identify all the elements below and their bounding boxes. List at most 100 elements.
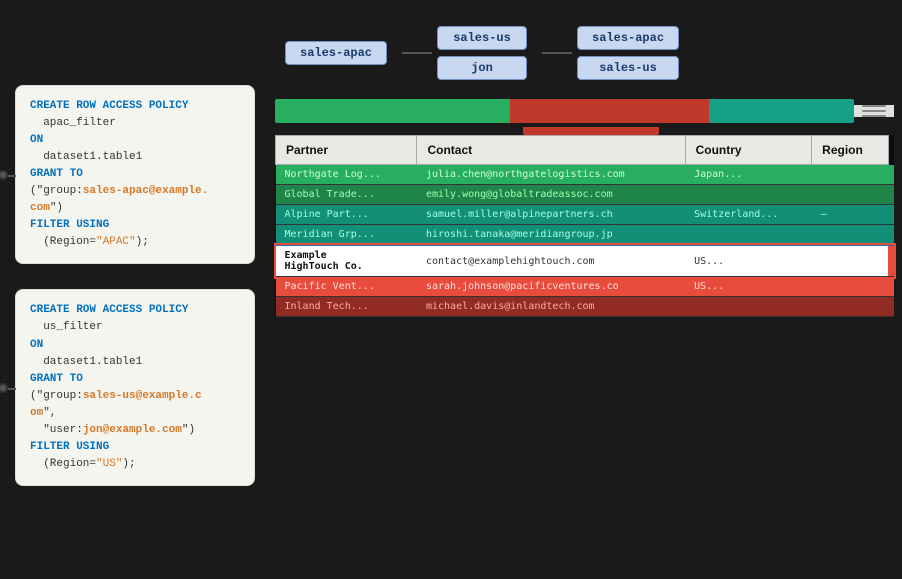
table-ref-2: dataset1.table1 [30,356,142,368]
table-ref-1: dataset1.table1 [30,151,142,163]
cell-country [685,185,812,205]
cell-contact: julia.chen@northgatelogistics.com [417,165,685,185]
filter-value-1: (Region="APAC"); [30,236,149,248]
grant-value-2b: "user:jon@example.com") [30,424,195,436]
kw-create-1: CREATE ROW ACCESS POLICY [30,100,188,112]
tag-sales-us-2: sales-us [577,56,679,80]
col-region: Region [812,136,888,165]
cell-region [812,245,888,277]
col-partner: Partner [276,136,417,165]
cell-contact: michael.davis@inlandtech.com [417,297,685,317]
cell-region [812,277,888,297]
code-block-us: CREATE ROW ACCESS POLICY us_filter ON da… [15,289,255,485]
kw-on-1: ON [30,134,43,146]
table-header-row: Partner Contact Country Region [276,136,895,165]
cell-partner: ExampleHighTouch Co. [276,245,417,277]
connector-dot-2 [0,383,8,393]
row-marker [888,185,894,205]
col-contact: Contact [417,136,685,165]
cell-region [812,225,888,246]
cell-contact: sarah.johnson@pacificventures.co [417,277,685,297]
filter-line-2 [862,110,886,112]
tag-sales-apac-2: sales-apac [577,26,679,50]
filter-line-1 [862,105,886,107]
kw-filter-1: FILTER USING [30,219,109,231]
tag-jon-1: jon [437,56,527,80]
filter-bar [275,95,894,127]
row-marker [888,297,894,317]
row-marker [888,277,894,297]
kw-on-2: ON [30,339,43,351]
cell-contact: contact@examplehightouch.com [417,245,685,277]
row-marker [888,205,894,225]
filter-value-2: (Region="US"); [30,458,136,470]
tag-group-3: sales-apac sales-us [577,26,679,80]
cell-partner: Pacific Vent... [276,277,417,297]
user-name-2: jon@example.com [83,424,182,436]
kw-filter-2: FILTER USING [30,441,109,453]
cell-country: Japan... [685,165,812,185]
table-container: Partner Contact Country Region Northgate… [275,135,894,569]
filter-seg-red [510,99,709,123]
cell-partner: Inland Tech... [276,297,417,317]
tag-group-1: sales-apac [285,41,387,65]
col-country: Country [685,136,812,165]
grant-value-1: ("group:sales-apac@example. [30,185,208,197]
cell-contact: emily.wong@globaltradeassoc.com [417,185,685,205]
policy-name-2: us_filter [30,321,103,333]
filter-bar-segments [275,99,854,123]
policy-name-1: apac_filter [30,117,116,129]
left-panel: CREATE ROW ACCESS POLICY apac_filter ON … [0,0,265,579]
tag-sales-us-1: sales-us [437,26,527,50]
table-row: Meridian Grp... hiroshi.tanaka@meridiang… [276,225,895,246]
main-container: CREATE ROW ACCESS POLICY apac_filter ON … [0,0,902,579]
table-row: Northgate Log... julia.chen@northgatelog… [276,165,895,185]
kw-grant-2: GRANT TO [30,373,83,385]
group-name-1b: com [30,202,50,214]
row-marker [888,165,894,185]
row-marker [888,225,894,246]
table-row: Inland Tech... michael.davis@inlandtech.… [276,297,895,317]
tag-sales-apac-1: sales-apac [285,41,387,65]
filter-lines [854,105,894,117]
cell-partner: Northgate Log... [276,165,417,185]
connector-dot-1 [0,170,8,180]
filter-string-1: "APAC" [96,236,136,248]
table-row: Global Trade... emily.wong@globaltradeas… [276,185,895,205]
grant-value-1b: com") [30,202,63,214]
filter-string-2: "US" [96,458,122,470]
cell-region: — [812,205,888,225]
data-table: Partner Contact Country Region Northgate… [275,135,894,317]
cell-contact: hiroshi.tanaka@meridiangroup.jp [417,225,685,246]
cell-partner: Alpine Part... [276,205,417,225]
group-name-2b: om [30,407,43,419]
content-area: sales-apac sales-us jon sales-apac sales… [265,0,902,579]
kw-grant-1: GRANT TO [30,168,83,180]
filter-seg-teal [709,99,854,123]
code-block-apac: CREATE ROW ACCESS POLICY apac_filter ON … [15,85,255,264]
tag-group-2: sales-us jon [437,26,527,80]
connector-line-1 [402,52,432,54]
cell-country [685,297,812,317]
cell-region [812,165,888,185]
filter-line-3 [862,115,886,117]
row-marker [888,245,894,277]
cell-region [812,185,888,205]
filter-bar-lower-red [523,127,659,135]
cell-country: Switzerland... [685,205,812,225]
table-row-highlight: ExampleHighTouch Co. contact@examplehigh… [276,245,895,277]
group-name-2: sales-us@example.c [83,390,202,402]
cell-partner: Meridian Grp... [276,225,417,246]
cell-partner: Global Trade... [276,185,417,205]
cell-country: US... [685,245,812,277]
kw-create-2: CREATE ROW ACCESS POLICY [30,304,188,316]
tag-row: sales-apac sales-us jon sales-apac sales… [275,10,894,95]
cell-country [685,225,812,246]
grant-comma: ", [43,407,56,419]
cell-country: US... [685,277,812,297]
connector-line-2 [542,52,572,54]
cell-contact: samuel.miller@alpinepartners.ch [417,205,685,225]
cell-region [812,297,888,317]
grant-value-2: ("group:sales-us@example.c [30,390,202,402]
group-name-1: sales-apac@example. [83,185,208,197]
